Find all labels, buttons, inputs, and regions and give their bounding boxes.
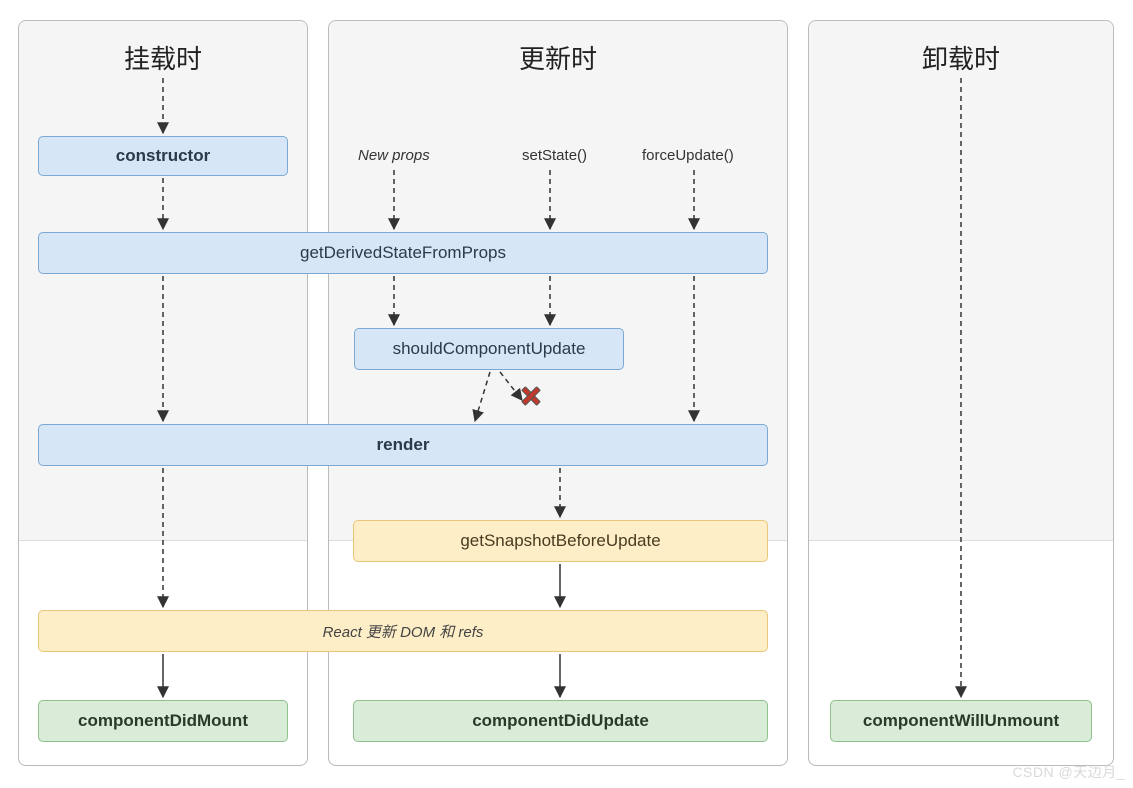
render-phase-shade — [809, 21, 1113, 541]
unmount-column: 卸载时 — [808, 20, 1114, 766]
trigger-force-update: forceUpdate() — [642, 147, 734, 164]
box-react-updates-dom: React 更新 DOM 和 refs — [38, 610, 768, 652]
update-title: 更新时 — [329, 39, 787, 76]
box-component-did-mount: componentDidMount — [38, 700, 288, 742]
trigger-new-props: New props — [358, 147, 430, 164]
box-get-snapshot: getSnapshotBeforeUpdate — [353, 520, 768, 562]
box-component-will-unmount: componentWillUnmount — [830, 700, 1092, 742]
box-render: render — [38, 424, 768, 466]
lifecycle-diagram: 挂载时 更新时 卸载时 New props setState() forceUp… — [0, 0, 1133, 788]
watermark: CSDN @天边月_ — [1012, 762, 1125, 782]
mount-title: 挂载时 — [19, 39, 307, 76]
update-column: 更新时 — [328, 20, 788, 766]
box-component-did-update: componentDidUpdate — [353, 700, 768, 742]
box-constructor: constructor — [38, 136, 288, 176]
unmount-title: 卸载时 — [809, 39, 1113, 76]
mount-column: 挂载时 — [18, 20, 308, 766]
box-get-derived-state: getDerivedStateFromProps — [38, 232, 768, 274]
box-should-component-update: shouldComponentUpdate — [354, 328, 624, 370]
trigger-set-state: setState() — [522, 147, 587, 164]
